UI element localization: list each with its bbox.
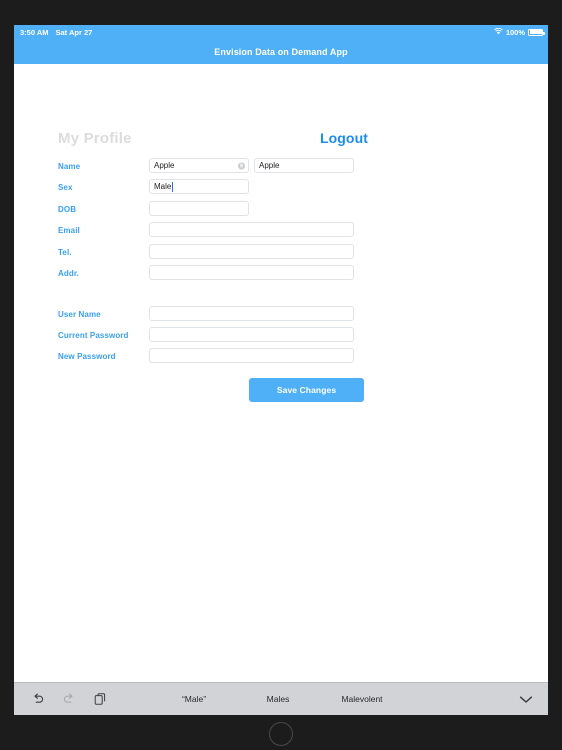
label-email: Email [58,226,80,236]
last-name-input[interactable]: Apple [254,158,354,173]
first-name-value: Apple [154,161,175,170]
tel-input[interactable] [149,243,354,259]
profile-header: My Profile Logout [58,130,368,152]
app-title: Envision Data on Demand App [214,46,348,57]
first-name-input[interactable]: Apple [149,158,249,173]
username-input[interactable] [149,306,354,322]
form-row-tel: Tel. [58,243,403,265]
undo-icon[interactable] [30,690,46,708]
suggestion-item[interactable]: Males [236,694,320,704]
text-caret [171,181,173,192]
wifi-icon [494,27,503,37]
last-name-value: Apple [259,161,280,170]
label-addr: Addr. [58,268,79,278]
sex-value: Male [154,182,172,191]
credentials-section: User Name Current Password New Password [58,306,403,369]
label-new-password: New Password [58,352,116,362]
status-bar: 3:50 AM Sat Apr 27 100% [14,25,548,39]
status-date: Sat Apr 27 [55,27,93,37]
form-row-email: Email [58,222,403,243]
form-row-sex: Sex Male [58,179,403,200]
new-password-input[interactable] [149,348,354,364]
battery-full-icon [528,28,545,36]
label-tel: Tel. [58,247,72,257]
form-row-current-password: Current Password [58,327,403,348]
label-name: Name [58,162,81,171]
dob-input[interactable] [149,200,249,216]
save-changes-button[interactable]: Save Changes [249,378,364,403]
label-dob: DOB [58,204,77,214]
chevron-down-icon[interactable] [504,695,548,704]
profile-form: Name Apple Apple Sex Male DOB Email Tel.… [58,158,403,403]
form-row-name: Name Apple Apple [58,158,403,179]
email-input[interactable] [149,222,354,238]
label-username: User Name [58,310,101,320]
profile-page: My Profile Logout Name Apple Apple Sex M… [14,64,548,682]
current-password-input[interactable] [149,327,354,343]
status-bar-left: 3:50 AM Sat Apr 27 [20,28,92,37]
keyboard-suggestion-toolbar: “Male” Males Malevolent [14,682,548,715]
form-row-username: User Name [58,306,403,327]
battery-percent: 100% [505,27,525,37]
ipad-device-frame: 3:50 AM Sat Apr 27 100% Envision Data on… [0,0,562,750]
app-title-bar: Envision Data on Demand App [14,39,548,64]
home-button[interactable] [269,722,293,746]
page-title: My Profile [58,130,132,147]
form-row-new-password: New Password [58,348,403,369]
suggestion-list: “Male” Males Malevolent [108,694,504,704]
clear-circle-icon[interactable] [238,162,245,169]
form-row-dob: DOB [58,200,403,222]
paste-icon[interactable] [92,690,108,708]
form-row-addr: Addr. [58,264,403,286]
status-time: 3:50 AM [20,27,49,37]
addr-input[interactable] [149,264,354,280]
logout-button[interactable]: Logout [320,130,368,146]
screen: 3:50 AM Sat Apr 27 100% Envision Data on… [14,25,548,682]
label-current-password: Current Password [58,331,129,341]
label-sex: Sex [58,183,73,193]
keyboard-tools [14,690,108,708]
sex-input[interactable]: Male [149,179,249,195]
suggestion-item[interactable]: “Male” [152,694,236,704]
status-bar-right: 100% [494,25,545,39]
redo-icon [61,690,77,708]
save-row: Save Changes [58,378,403,403]
suggestion-item[interactable]: Malevolent [320,694,404,704]
